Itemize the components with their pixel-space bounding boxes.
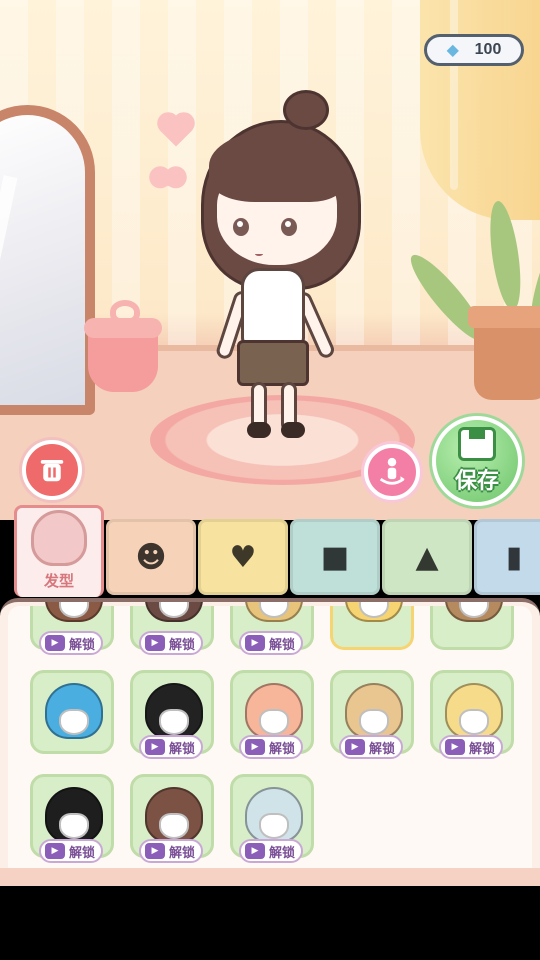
hairstyle-item[interactable]: ▶ 解锁 xyxy=(230,670,314,759)
item-grid: ▶ 解锁 ▶ 解锁 ▶ 解锁 ▶ 解锁 ▶ 解锁 ▶ 解锁 ▶ 解锁 ▶ 解锁 ▶ 解锁 ▶ 解锁 xyxy=(8,602,532,886)
unlock-badge[interactable]: ▶ 解锁 xyxy=(139,839,204,863)
character-avatar xyxy=(195,90,365,450)
unlock-label: 解锁 xyxy=(169,845,196,861)
video-play-icon: ▶ xyxy=(245,635,265,651)
tab-label: 发型 xyxy=(43,572,74,590)
delete-button[interactable] xyxy=(22,440,82,500)
unlock-badge[interactable]: ▶ 解锁 xyxy=(239,839,304,863)
unlock-label: 解锁 xyxy=(169,741,196,757)
trash-icon xyxy=(40,460,64,482)
hairstyle-item[interactable]: ▶ 解锁 xyxy=(230,774,314,863)
unlock-badge[interactable]: ▶ 解锁 xyxy=(239,631,304,655)
save-label: 保存 xyxy=(454,469,499,494)
shirt-icon: ♥ xyxy=(229,539,257,575)
diamond-counter[interactable]: ◆ 100 xyxy=(424,34,524,66)
unlock-label: 解锁 xyxy=(69,637,96,653)
face-preview xyxy=(59,813,89,839)
video-play-icon: ▶ xyxy=(145,739,165,755)
unlock-label: 解锁 xyxy=(269,741,296,757)
hairstyle-item[interactable]: ▶ 解锁 xyxy=(330,670,414,759)
video-play-icon: ▶ xyxy=(245,739,265,755)
unlock-label: 解锁 xyxy=(269,637,296,653)
hairstyle-item[interactable]: ▶ 解锁 xyxy=(230,602,314,655)
hairstyle-item[interactable]: ▶ 解锁 xyxy=(30,774,114,863)
tab-top[interactable]: ♥ xyxy=(198,519,288,595)
rotate-character-button[interactable] xyxy=(364,444,420,500)
face-preview xyxy=(159,709,189,735)
mirror xyxy=(0,105,95,415)
face-preview xyxy=(59,709,89,735)
unlock-badge[interactable]: ▶ 解锁 xyxy=(39,839,104,863)
video-play-icon: ▶ xyxy=(245,843,265,859)
gift-box xyxy=(84,300,162,392)
unlock-badge[interactable]: ▶ 解锁 xyxy=(139,631,204,655)
dress-icon: ▲ xyxy=(415,539,439,575)
tab-face[interactable]: ☻ xyxy=(106,519,196,595)
floppy-disk-icon xyxy=(458,427,496,461)
face-preview xyxy=(459,709,489,735)
video-play-icon: ▶ xyxy=(145,635,165,651)
rotate-person-icon xyxy=(379,457,405,485)
diamond-count: 100 xyxy=(474,41,502,58)
video-play-icon: ▶ xyxy=(45,635,65,651)
unlock-label: 解锁 xyxy=(369,741,396,757)
unlock-label: 解锁 xyxy=(169,637,196,653)
hairstyle-item[interactable]: ▶ 解锁 xyxy=(130,602,214,655)
shorts-icon: ■ xyxy=(320,539,350,575)
bottom-bar xyxy=(0,886,540,960)
face-preview xyxy=(159,813,189,839)
item-panel: ▶ 解锁 ▶ 解锁 ▶ 解锁 ▶ 解锁 ▶ 解锁 ▶ 解锁 ▶ 解锁 ▶ 解锁 ▶ 解锁 ▶ 解锁 xyxy=(0,598,540,888)
unlock-badge[interactable]: ▶ 解锁 xyxy=(139,735,204,759)
hairstyle-item[interactable]: ▶ 解锁 xyxy=(130,774,214,863)
unlock-label: 解锁 xyxy=(269,845,296,861)
video-play-icon: ▶ xyxy=(45,843,65,859)
save-button[interactable]: 保存 xyxy=(432,416,522,506)
heart-decoration-small xyxy=(159,169,177,187)
unlock-badge[interactable]: ▶ 解锁 xyxy=(439,735,504,759)
face-preview xyxy=(259,709,289,735)
tab-shoes[interactable]: ▮ xyxy=(474,519,540,595)
unlock-label: 解锁 xyxy=(69,845,96,861)
face-preview xyxy=(359,709,389,735)
video-play-icon: ▶ xyxy=(345,739,365,755)
diamond-icon: ◆ xyxy=(446,40,459,59)
unlock-badge[interactable]: ▶ 解锁 xyxy=(239,735,304,759)
potted-plant xyxy=(402,190,540,410)
hairstyle-item[interactable] xyxy=(330,602,414,650)
boot-icon: ▮ xyxy=(505,539,523,575)
unlock-badge[interactable]: ▶ 解锁 xyxy=(339,735,404,759)
hairstyle-icon xyxy=(31,510,87,566)
video-play-icon: ▶ xyxy=(145,843,165,859)
panel-bottom-strip xyxy=(0,868,540,886)
face-preview xyxy=(259,813,289,839)
hairstyle-item[interactable]: ▶ 解锁 xyxy=(430,670,514,759)
video-play-icon: ▶ xyxy=(445,739,465,755)
tab-bottom[interactable]: ■ xyxy=(290,519,380,595)
hairstyle-item[interactable]: ▶ 解锁 xyxy=(130,670,214,759)
tab-dress[interactable]: ▲ xyxy=(382,519,472,595)
hairstyle-item[interactable]: ▶ 解锁 xyxy=(30,602,114,655)
tab-hairstyle[interactable]: 发型 xyxy=(14,505,104,597)
unlock-badge[interactable]: ▶ 解锁 xyxy=(39,631,104,655)
face-icon: ☻ xyxy=(135,539,167,575)
hairstyle-item[interactable] xyxy=(30,670,114,754)
category-tabs: 发型 ☻ ♥ ■ ▲ ▮ xyxy=(0,505,540,605)
hairstyle-item[interactable] xyxy=(430,602,514,650)
unlock-label: 解锁 xyxy=(469,741,496,757)
